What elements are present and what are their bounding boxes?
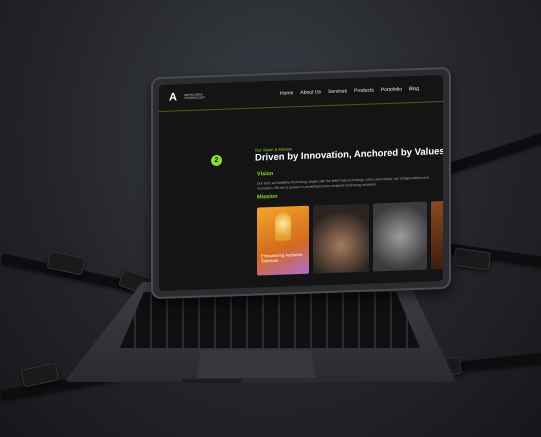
logo[interactable]: A ARTHA LEKA TECHNOLOGY — [169, 90, 210, 103]
logo-icon: A — [169, 91, 177, 104]
screen: A ARTHA LEKA TECHNOLOGY Home About Us Se… — [159, 75, 443, 291]
lightbulb-image — [275, 212, 291, 241]
trackpad — [196, 350, 316, 378]
nav-item-portofolio[interactable]: Portofolio — [381, 86, 402, 93]
scene: A ARTHA LEKA TECHNOLOGY Home About Us Se… — [0, 0, 541, 437]
mission-card-robot[interactable] — [373, 201, 427, 272]
nav-menu: Home About Us Services Products Portofol… — [280, 86, 419, 97]
nav-item-blog[interactable]: Blog — [409, 86, 419, 92]
keyboard — [120, 292, 420, 348]
nav-item-about-us[interactable]: About Us — [300, 89, 321, 96]
mission-label: Mission — [257, 193, 278, 201]
buckle — [452, 247, 492, 271]
nav-item-services[interactable]: Services — [328, 88, 347, 95]
laptop-lid: A ARTHA LEKA TECHNOLOGY Home About Us Se… — [151, 66, 451, 300]
nav-item-home[interactable]: Home — [280, 90, 293, 96]
nav-item-products[interactable]: Products — [354, 87, 374, 94]
logo-text: ARTHA LEKA TECHNOLOGY — [184, 91, 206, 101]
laptop-notch — [182, 379, 242, 383]
mission-cards: Empowering Authentic Solutions — [257, 200, 443, 276]
mission-card-bulb[interactable]: Empowering Authentic Solutions — [257, 205, 309, 276]
mission-card-partial[interactable] — [431, 200, 443, 270]
vision-label: Vision — [257, 170, 274, 178]
card-caption: Empowering Authentic Solutions — [261, 251, 303, 264]
mission-card-handshake[interactable] — [313, 203, 369, 274]
main-content: 2 Our Vision & Mission Driven by Innovat… — [159, 103, 443, 291]
vision-text: Our story at Arthaleka Technology began … — [257, 175, 430, 191]
step-badge: 2 — [211, 154, 222, 167]
